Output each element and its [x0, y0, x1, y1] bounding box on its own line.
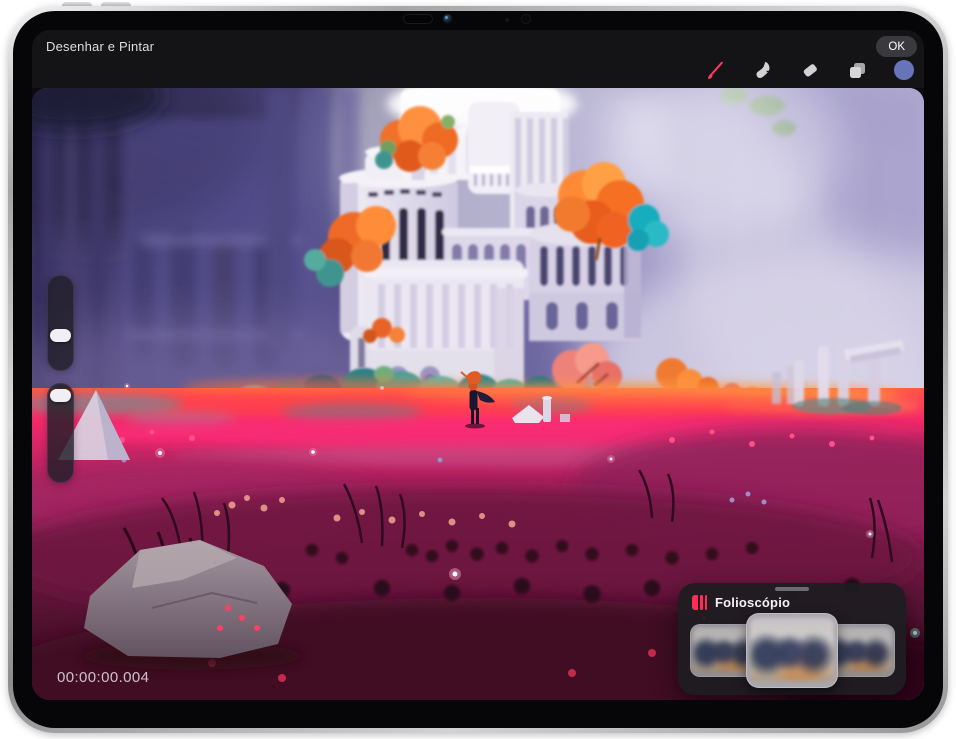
- brush-icon: [705, 59, 727, 81]
- brush-size-slider[interactable]: [47, 275, 74, 371]
- title-bar: Desenhar e Pintar OK: [32, 30, 924, 88]
- flipbook-frames: [690, 613, 895, 689]
- brush-size-handle[interactable]: [50, 329, 71, 342]
- color-swatch: [894, 60, 914, 80]
- sensor-ring: [521, 14, 531, 24]
- color-swatch-button[interactable]: [893, 59, 915, 81]
- frame-thumbnail: [750, 618, 835, 682]
- flipbook-frame-2-selected[interactable]: [746, 613, 838, 688]
- front-camera: [443, 14, 453, 24]
- brush-opacity-slider[interactable]: [47, 383, 74, 483]
- screen: Desenhar e Pintar OK: [32, 30, 924, 700]
- flipbook-title: Folioscópio: [715, 595, 790, 610]
- device-frame: Desenhar e Pintar OK: [8, 6, 948, 733]
- paint-tool-button[interactable]: [705, 59, 727, 81]
- device-bezel: Desenhar e Pintar OK: [13, 11, 943, 728]
- smudge-tool-button[interactable]: [752, 59, 774, 81]
- brush-opacity-handle[interactable]: [50, 389, 71, 402]
- flipbook-panel: Folioscópio: [678, 583, 906, 695]
- flipbook-icon: [692, 595, 707, 610]
- app-title: Desenhar e Pintar: [46, 39, 154, 54]
- camera-housing: [403, 14, 433, 24]
- flipbook-header: Folioscópio: [678, 593, 906, 611]
- eraser-icon: [799, 59, 821, 81]
- smudge-icon: [752, 59, 774, 81]
- drawing-canvas[interactable]: 00:00:00.004 Folioscópio: [32, 88, 924, 700]
- ipad-device: Desenhar e Pintar OK: [0, 0, 956, 739]
- timeline-timestamp: 00:00:00.004: [57, 669, 149, 686]
- sensor-dot: [505, 18, 509, 22]
- ok-button[interactable]: OK: [876, 36, 917, 57]
- layers-icon: [846, 59, 868, 81]
- drag-handle[interactable]: [775, 587, 809, 591]
- erase-tool-button[interactable]: [799, 59, 821, 81]
- toolbar: [705, 57, 915, 83]
- layers-button[interactable]: [846, 59, 868, 81]
